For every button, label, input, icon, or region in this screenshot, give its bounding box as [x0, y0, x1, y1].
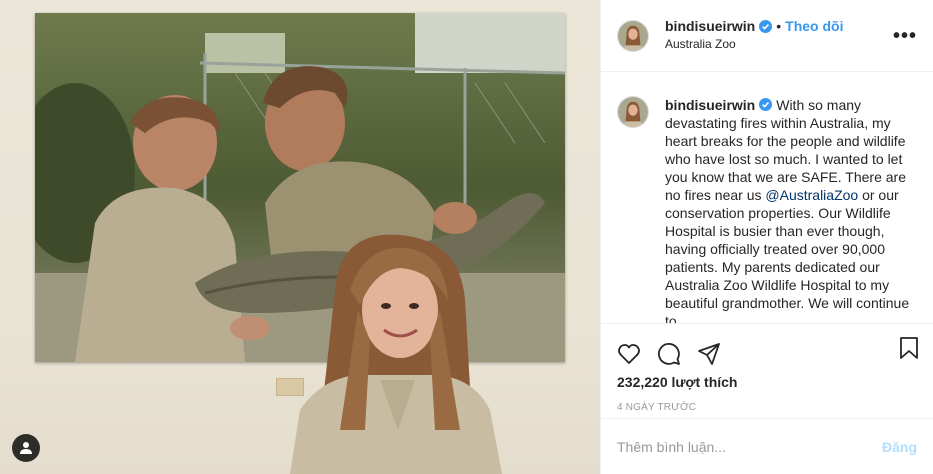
caption-avatar[interactable] [617, 96, 649, 128]
like-button[interactable] [617, 342, 641, 366]
avatar[interactable] [617, 19, 649, 52]
person-icon [20, 442, 32, 454]
comments-section[interactable]: bindisueirwin With so many devastating fi… [601, 72, 933, 324]
location-link[interactable]: Australia Zoo [665, 36, 843, 53]
verified-badge-icon [759, 98, 773, 111]
caption-body-continued: or our conservation properties. Our Wild… [665, 187, 910, 324]
post-header: bindisueirwin • Theo dõi Australia Zoo •… [601, 0, 933, 72]
caption-text: bindisueirwin With so many devastating fi… [665, 96, 917, 324]
likes-count[interactable]: 232,220 lượt thích [601, 374, 933, 394]
more-options-icon[interactable]: ••• [893, 26, 917, 46]
mention-link[interactable]: @AustraliaZoo [765, 187, 858, 203]
person-in-photo [280, 230, 510, 474]
post-photo[interactable] [0, 0, 600, 474]
action-bar [601, 324, 933, 374]
verified-badge-icon [759, 20, 773, 33]
separator-dot: • [776, 18, 782, 34]
bookmark-icon [900, 337, 918, 359]
comment-icon [658, 343, 680, 365]
share-button[interactable] [697, 342, 721, 366]
share-icon [698, 343, 720, 365]
username-link[interactable]: bindisueirwin [665, 18, 755, 35]
follow-button[interactable]: Theo dõi [785, 18, 843, 35]
heart-icon [618, 344, 640, 364]
comment-input[interactable] [617, 438, 882, 455]
comment-button[interactable] [657, 342, 681, 366]
save-button[interactable] [897, 336, 921, 360]
post-sidebar: bindisueirwin • Theo dõi Australia Zoo •… [600, 0, 933, 474]
user-tags-button[interactable] [12, 434, 40, 462]
post-comment-button[interactable]: Đăng [882, 439, 917, 455]
caption-username[interactable]: bindisueirwin [665, 97, 755, 113]
caption: bindisueirwin With so many devastating fi… [617, 96, 917, 324]
add-comment-bar: Đăng [601, 418, 933, 474]
